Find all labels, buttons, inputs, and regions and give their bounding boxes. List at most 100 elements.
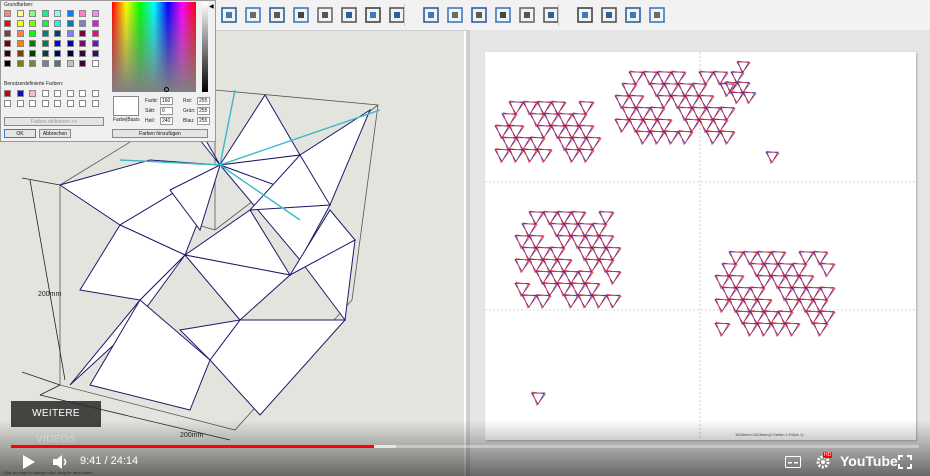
page-number-icon[interactable]	[314, 4, 336, 26]
align-center-icon[interactable]	[444, 4, 466, 26]
unfold-part[interactable]	[765, 150, 780, 165]
pane-divider[interactable]	[466, 30, 470, 476]
basic-color-swatch[interactable]	[41, 30, 49, 37]
select-faces-icon[interactable]	[266, 4, 288, 26]
basic-color-swatch[interactable]	[91, 60, 99, 67]
basic-color-swatch[interactable]	[29, 60, 36, 67]
basic-color-swatch[interactable]	[41, 50, 49, 57]
cancel-button[interactable]: Abbrechen	[39, 129, 71, 138]
basic-color-swatch[interactable]	[54, 60, 61, 67]
add-colors-button[interactable]: Farben hinzufügen	[112, 129, 208, 138]
basic-color-swatch[interactable]	[29, 30, 36, 37]
basic-color-swatch[interactable]	[4, 10, 11, 17]
custom-color-swatch[interactable]	[41, 100, 49, 107]
youtube-logo[interactable]: YouTube	[840, 453, 898, 469]
basic-color-swatch[interactable]	[91, 20, 99, 27]
settings-icon[interactable]	[362, 4, 384, 26]
custom-color-swatch[interactable]	[79, 100, 86, 107]
basic-color-swatch[interactable]	[4, 40, 11, 47]
flip-icon[interactable]	[574, 4, 596, 26]
basic-color-swatch[interactable]	[16, 10, 24, 17]
basic-color-swatch[interactable]	[66, 20, 74, 27]
green-field[interactable]: 255	[197, 107, 210, 115]
custom-color-swatch[interactable]	[16, 100, 24, 107]
basic-color-swatch[interactable]	[41, 20, 49, 27]
luminance-arrow-icon[interactable]: ◀	[209, 3, 214, 10]
basic-color-swatch[interactable]	[66, 30, 74, 37]
custom-color-swatch[interactable]	[66, 100, 74, 107]
custom-color-swatch[interactable]	[4, 90, 11, 97]
basic-color-swatch[interactable]	[79, 50, 86, 57]
unfold-icon[interactable]	[218, 4, 240, 26]
basic-color-swatch[interactable]	[4, 20, 11, 27]
unfold-part[interactable]	[724, 60, 757, 105]
unfold-layout-canvas[interactable]	[485, 52, 916, 440]
hue-field[interactable]: 160	[160, 97, 173, 105]
basic-color-swatch[interactable]	[16, 50, 24, 57]
unfold-part[interactable]	[514, 210, 622, 309]
custom-color-swatch[interactable]	[41, 90, 49, 97]
basic-color-swatch[interactable]	[4, 50, 11, 57]
basic-color-swatch[interactable]	[79, 60, 86, 67]
basic-color-swatch[interactable]	[79, 30, 86, 37]
basic-color-swatch[interactable]	[29, 40, 36, 47]
basic-color-swatch[interactable]	[66, 60, 74, 67]
luminance-slider[interactable]	[202, 2, 208, 92]
basic-color-swatch[interactable]	[79, 40, 86, 47]
basic-color-swatch[interactable]	[54, 30, 61, 37]
basic-color-swatch[interactable]	[16, 40, 24, 47]
volume-icon[interactable]	[52, 454, 70, 470]
unfold-part[interactable]	[494, 100, 602, 164]
basic-color-swatch[interactable]	[66, 40, 74, 47]
unfold-part[interactable]	[614, 70, 736, 146]
custom-color-swatch[interactable]	[91, 90, 99, 97]
basic-color-swatch[interactable]	[29, 20, 36, 27]
basic-color-swatch[interactable]	[16, 30, 24, 37]
basic-color-swatch[interactable]	[16, 20, 24, 27]
basic-color-swatch[interactable]	[79, 10, 86, 17]
custom-color-swatch[interactable]	[91, 100, 99, 107]
basic-color-swatch[interactable]	[54, 40, 61, 47]
custom-color-swatch[interactable]	[54, 100, 61, 107]
custom-color-swatch[interactable]	[29, 90, 36, 97]
basic-color-swatch[interactable]	[29, 10, 36, 17]
custom-color-swatch[interactable]	[54, 90, 61, 97]
fit-page-icon[interactable]	[622, 4, 644, 26]
basic-color-swatch[interactable]	[54, 10, 61, 17]
progress-bar[interactable]	[11, 445, 919, 448]
subtitles-icon[interactable]	[785, 456, 801, 468]
basic-color-swatch[interactable]	[66, 50, 74, 57]
custom-color-swatch[interactable]	[16, 90, 24, 97]
paper-sheet[interactable]: 1628mm×1628mm(4 Seiten 1:Stück 1)	[485, 52, 916, 440]
align-top-icon[interactable]	[492, 4, 514, 26]
basic-color-swatch[interactable]	[91, 10, 99, 17]
mirror-icon[interactable]	[598, 4, 620, 26]
basic-color-swatch[interactable]	[16, 60, 24, 67]
align-right-icon[interactable]	[468, 4, 490, 26]
lum-field[interactable]: 240	[160, 117, 173, 125]
blue-field[interactable]: 255	[197, 117, 210, 125]
custom-color-swatch[interactable]	[29, 100, 36, 107]
custom-color-swatch[interactable]	[79, 90, 86, 97]
unfold-part[interactable]	[714, 250, 836, 338]
unfold-part[interactable]	[530, 391, 547, 406]
spectrum-crosshair-icon[interactable]	[164, 87, 169, 92]
basic-color-swatch[interactable]	[54, 50, 61, 57]
arrange-icon[interactable]	[290, 4, 312, 26]
align-left-icon[interactable]	[420, 4, 442, 26]
rotate-icon[interactable]	[242, 4, 264, 26]
basic-color-swatch[interactable]	[66, 10, 74, 17]
define-colors-button[interactable]: Farben definieren >>	[4, 117, 104, 126]
red-field[interactable]: 255	[197, 97, 210, 105]
basic-color-swatch[interactable]	[91, 50, 99, 57]
basic-color-swatch[interactable]	[91, 40, 99, 47]
basic-color-swatch[interactable]	[41, 40, 49, 47]
color-spectrum[interactable]	[112, 2, 196, 92]
custom-color-swatch[interactable]	[4, 100, 11, 107]
sat-field[interactable]: 0	[160, 107, 173, 115]
basic-color-swatch[interactable]	[29, 50, 36, 57]
basic-color-swatch[interactable]	[41, 10, 49, 17]
align-middle-icon[interactable]	[516, 4, 538, 26]
basic-color-swatch[interactable]	[54, 20, 61, 27]
basic-color-swatch[interactable]	[4, 30, 11, 37]
